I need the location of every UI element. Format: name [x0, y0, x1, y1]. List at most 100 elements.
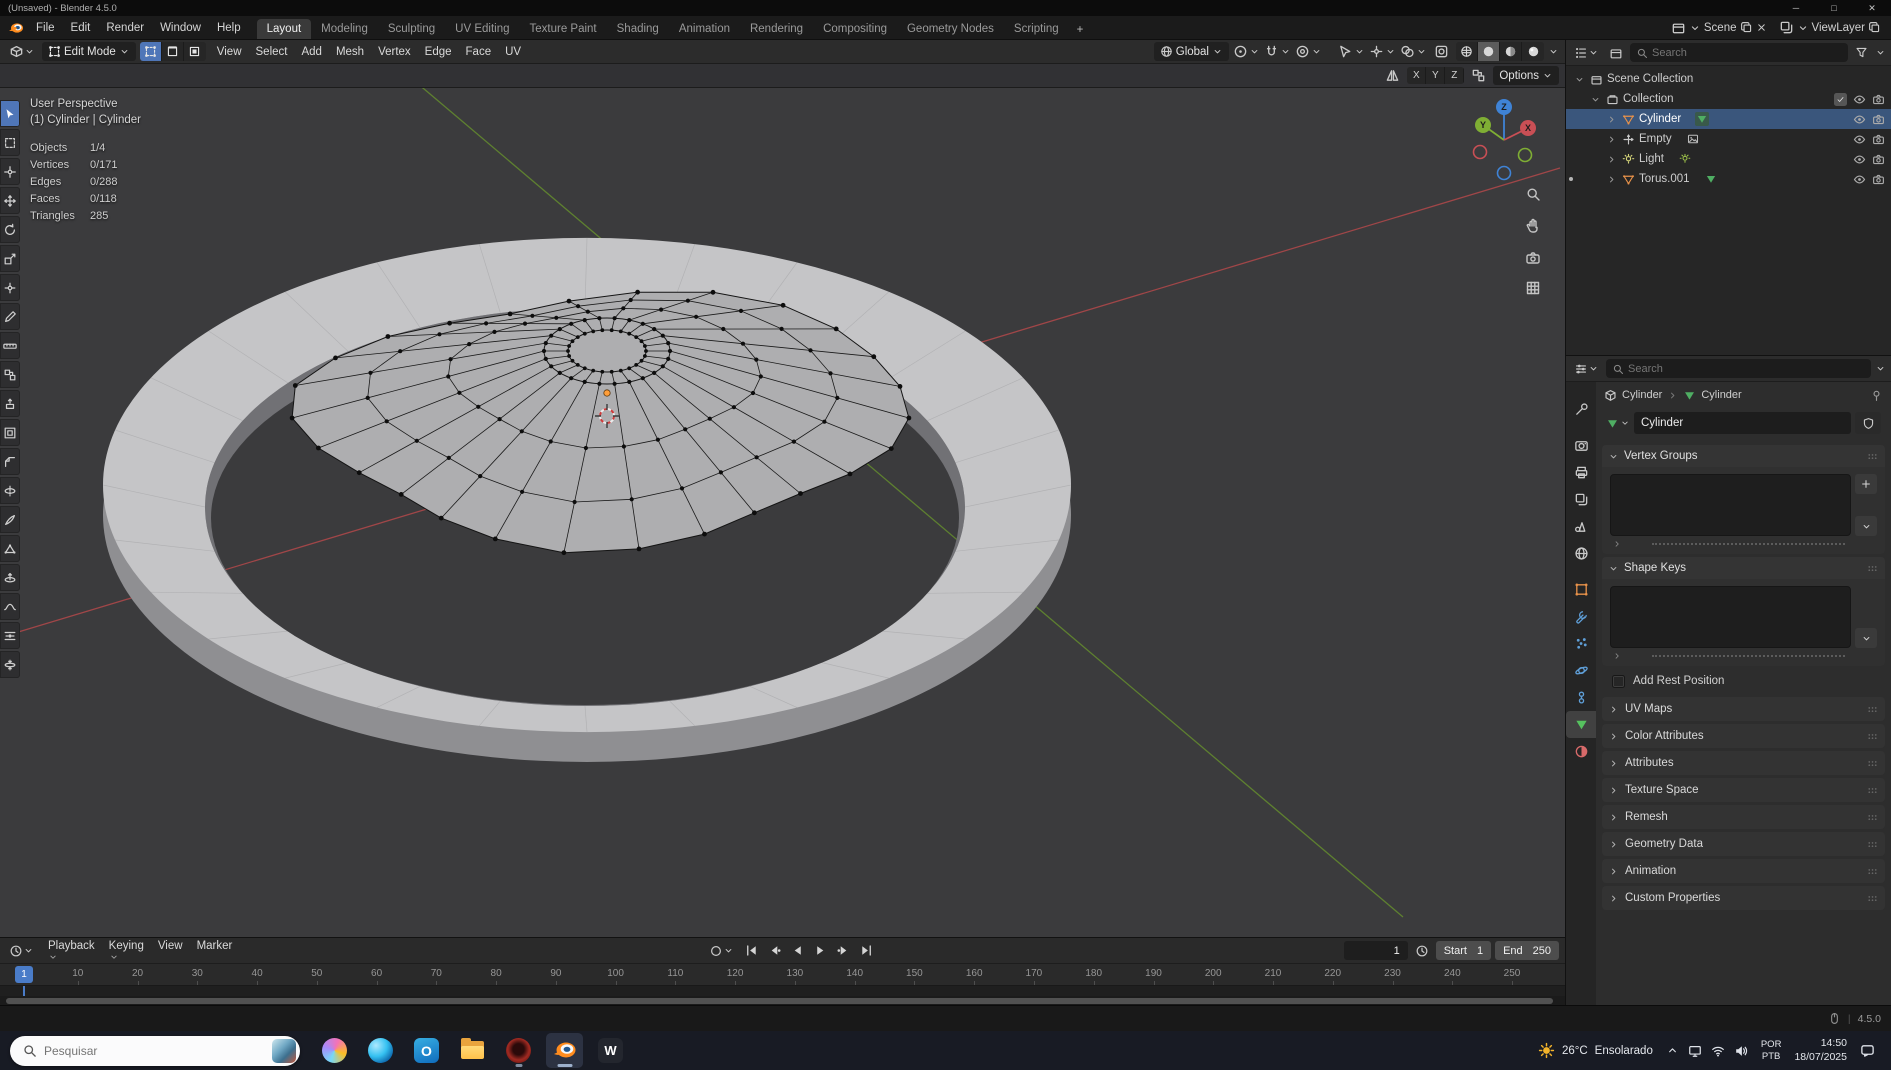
light-data-icon[interactable]	[1678, 152, 1692, 166]
expand-toggle-icon[interactable]	[1604, 174, 1618, 185]
properties-tab-scene[interactable]	[1566, 513, 1596, 540]
hide-in-viewport-icon[interactable]	[1853, 173, 1866, 186]
taskbar-search-input[interactable]	[44, 1043, 265, 1058]
viewport-menu-face[interactable]: Face	[459, 44, 499, 60]
item-label[interactable]: Cylinder	[1639, 113, 1681, 125]
breadcrumb-label[interactable]: Cylinder	[1701, 389, 1741, 401]
current-frame-field[interactable]: 1	[1343, 941, 1408, 960]
disable-in-renders-icon[interactable]	[1872, 93, 1885, 106]
taskbar-app-edge[interactable]	[362, 1033, 399, 1068]
language-indicator[interactable]: POR PTB	[1761, 1039, 1782, 1063]
hide-in-viewport-icon[interactable]	[1853, 153, 1866, 166]
disable-in-renders-icon[interactable]	[1872, 113, 1885, 126]
monitor-icon[interactable]	[1688, 1044, 1702, 1058]
taskbar-app-outlook[interactable]: O	[408, 1033, 445, 1068]
editor-type-button[interactable]	[1571, 43, 1602, 62]
drag-dots-icon[interactable]	[1866, 892, 1879, 905]
panel-uv-maps[interactable]: UV Maps	[1602, 697, 1885, 721]
drag-dots-icon[interactable]	[1866, 811, 1879, 824]
editor-type-button[interactable]	[6, 42, 38, 61]
expand-toggle-icon[interactable]	[1604, 114, 1618, 125]
properties-tab-material[interactable]	[1566, 738, 1596, 765]
pin-id-icon[interactable]	[1870, 389, 1883, 402]
tool-bevel[interactable]	[0, 448, 20, 475]
viewlayer-selector[interactable]: ViewLayer	[1779, 20, 1882, 35]
workspace-tab-rendering[interactable]: Rendering	[740, 19, 813, 39]
tool-edge-slide[interactable]	[0, 622, 20, 649]
proportional-editing-icon[interactable]	[1295, 44, 1310, 59]
search-highlight-image[interactable]	[272, 1038, 296, 1063]
timeline-menu-marker[interactable]: Marker	[190, 938, 240, 964]
properties-tab-physics[interactable]	[1566, 657, 1596, 684]
close-button[interactable]: ✕	[1853, 0, 1891, 16]
panel-texture-space[interactable]: Texture Space	[1602, 778, 1885, 802]
shading-wireframe[interactable]	[1456, 42, 1478, 61]
tool-measure[interactable]	[0, 332, 20, 359]
pivot-point-dropdown[interactable]	[1233, 44, 1260, 59]
taskbar-app-media-app[interactable]	[500, 1033, 537, 1068]
tool-tweak[interactable]	[0, 100, 20, 127]
xray-toggle[interactable]	[1431, 42, 1452, 61]
play-reverse-button[interactable]	[787, 941, 808, 960]
viewport-scene[interactable]: Z Y X	[0, 88, 1565, 937]
properties-tab-tool[interactable]	[1566, 396, 1596, 423]
proportional-editing-controls[interactable]	[1295, 44, 1322, 59]
tool-scale[interactable]	[0, 245, 20, 272]
menu-window[interactable]: Window	[152, 19, 209, 37]
shape-keys-list[interactable]	[1610, 586, 1851, 648]
play-button[interactable]	[810, 941, 831, 960]
tool-move[interactable]	[0, 187, 20, 214]
taskbar-app-blender[interactable]	[546, 1033, 583, 1068]
fake-user-toggle[interactable]	[1855, 412, 1881, 434]
mirror-axis-y[interactable]: Y	[1426, 67, 1446, 84]
snapping-controls[interactable]	[1264, 44, 1291, 59]
add-rest-position-checkbox[interactable]	[1612, 674, 1625, 688]
chevron-down-icon[interactable]	[1875, 47, 1886, 58]
mirror-axis-z[interactable]: Z	[1445, 67, 1465, 84]
view-object-types-dropdown[interactable]	[1338, 44, 1365, 59]
disable-in-renders-icon[interactable]	[1872, 153, 1885, 166]
taskbar-app-office-w[interactable]: W	[592, 1033, 629, 1068]
taskbar-app-file-explorer[interactable]	[454, 1033, 491, 1068]
subpanel-expand-icon[interactable]	[1612, 651, 1622, 661]
datablock-name-input[interactable]	[1641, 417, 1844, 429]
outliner-item-collection[interactable]: Collection	[1566, 89, 1891, 109]
properties-tab-particles[interactable]	[1566, 630, 1596, 657]
jump-to-end-button[interactable]	[856, 941, 877, 960]
hide-in-viewport-icon[interactable]	[1853, 113, 1866, 126]
frame-start-field[interactable]: Start 1	[1435, 941, 1492, 960]
menu-render[interactable]: Render	[98, 19, 152, 37]
add-workspace-button[interactable]: +	[1069, 21, 1092, 39]
volume-icon[interactable]	[1734, 1044, 1748, 1058]
vertex-groups-list[interactable]	[1610, 474, 1851, 536]
tool-spin[interactable]	[0, 564, 20, 591]
hide-in-viewport-icon[interactable]	[1853, 133, 1866, 146]
outliner-search[interactable]	[1630, 43, 1848, 62]
chevron-down-icon[interactable]	[1797, 22, 1809, 34]
scene-selector-label[interactable]: Scene	[1704, 22, 1737, 34]
select-mode-edge[interactable]	[161, 42, 184, 61]
workspace-tab-scripting[interactable]: Scripting	[1004, 19, 1069, 39]
tool-extrude-region[interactable]	[0, 390, 20, 417]
drag-dots-icon[interactable]	[1866, 757, 1879, 770]
shading-solid[interactable]	[1478, 42, 1500, 61]
chevron-down-icon[interactable]	[1311, 46, 1322, 57]
clock-widget[interactable]: 14:50 18/07/2025	[1794, 1037, 1847, 1064]
minimize-button[interactable]: ─	[1777, 0, 1815, 16]
breadcrumb-label[interactable]: Cylinder	[1622, 389, 1662, 401]
gizmos-dropdown[interactable]	[1369, 44, 1396, 59]
outliner-search-input[interactable]	[1652, 46, 1842, 59]
tool-inset-faces[interactable]	[0, 419, 20, 446]
viewport-menu-add[interactable]: Add	[294, 44, 328, 60]
taskbar-app-copilot[interactable]	[316, 1033, 353, 1068]
properties-tab-render[interactable]	[1566, 432, 1596, 459]
panel-animation[interactable]: Animation	[1602, 859, 1885, 883]
jump-to-next-keyframe-button[interactable]	[833, 941, 854, 960]
workspace-tab-texture-paint[interactable]: Texture Paint	[520, 19, 607, 39]
panel-header-shape-keys[interactable]: Shape Keys	[1602, 557, 1885, 579]
outliner-item-torus-001[interactable]: Torus.001	[1566, 169, 1891, 189]
timeline-ruler[interactable]: 10 20 30 40 50 60 70 80 90 100 110 120 130 140 150 160 1…	[0, 964, 1565, 986]
properties-tab-object-data[interactable]	[1566, 711, 1596, 738]
viewport-3d[interactable]: Z Y X User Perspective (1) Cylinder | Cyli…	[0, 88, 1565, 937]
menu-file[interactable]: File	[28, 19, 63, 37]
